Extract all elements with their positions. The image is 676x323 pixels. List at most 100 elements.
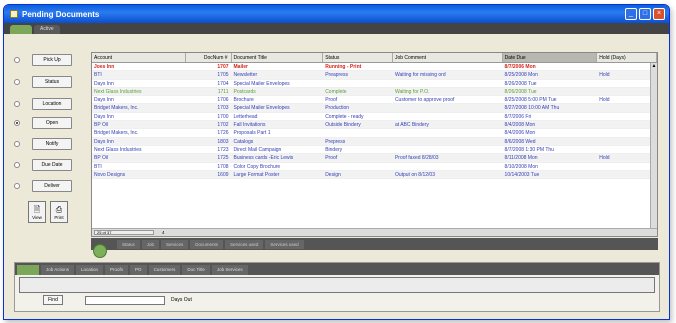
status-button[interactable]: Status [32, 76, 72, 88]
cell-status: Complete [325, 88, 347, 95]
cell-docnum: 1703 [217, 105, 229, 112]
cell-date-due: 8/25/2008 5:00 PM Tue [504, 97, 557, 104]
table-row[interactable]: BP Oil 1702 Fall Invitations Outside Binder… [92, 121, 657, 130]
cell-title: Business cards -Eric Lewis [233, 155, 294, 162]
cell-docnum: 1803 [217, 138, 229, 145]
column-header-job-comment[interactable]: Job Comment [393, 53, 503, 62]
cell-docnum: 1700 [217, 113, 229, 120]
cell-hold [597, 104, 657, 111]
column-header-title[interactable]: Document Title [232, 53, 324, 62]
tab-home[interactable] [10, 25, 32, 34]
status-radio[interactable] [14, 79, 20, 85]
tab-status[interactable]: Status [117, 239, 140, 249]
scroll-up-icon[interactable]: ▲ [651, 63, 657, 70]
action-row-open: Open [14, 116, 89, 130]
lower-tab-proofs[interactable]: Proofs [105, 265, 129, 275]
cell-hold [597, 80, 657, 87]
lower-tab-doc-title[interactable]: Doc Title [182, 265, 210, 275]
cell-account: Days Inn [94, 113, 114, 120]
cell-hold: Hold [599, 72, 610, 79]
cell-status [323, 129, 393, 136]
table-row[interactable]: Days Inn 1704 Special Mailer Envelopes 8/26… [92, 80, 657, 88]
lower-tab-po[interactable]: PO [130, 265, 147, 275]
cell-hold [597, 129, 657, 136]
window-controls: _ □ × [625, 8, 665, 20]
deliver-radio[interactable] [14, 183, 20, 189]
cell-docnum: 1723 [217, 146, 229, 153]
tab-services[interactable]: Services [161, 239, 189, 249]
cell-status: Design [325, 171, 341, 178]
table-row[interactable]: Next Glass Industries 1711 Postcards Comple… [92, 87, 657, 97]
cell-account: Days Inn [94, 97, 114, 104]
minimize-button[interactable]: _ [625, 8, 637, 20]
lower-tab-customers[interactable]: Customers [148, 265, 181, 275]
vertical-scrollbar[interactable]: ▲ [650, 63, 657, 230]
table-row[interactable]: Bridget Makers, Inc. 1703 Special Mailer E… [92, 104, 657, 113]
tab-documents[interactable]: Documents [190, 239, 224, 249]
location-button[interactable]: Location [32, 98, 72, 110]
due-date-radio[interactable] [14, 162, 20, 168]
open-radio[interactable] [14, 120, 20, 126]
table-row[interactable]: Days Inn 1700 Letterhead Complete - ready 8/… [92, 113, 657, 122]
title-bar[interactable]: Pending Documents _ □ × [4, 5, 669, 23]
find-input[interactable] [85, 296, 165, 305]
cell-title: Letterhead [233, 113, 258, 120]
column-header-hold[interactable]: Hold (Days) [597, 53, 657, 62]
lower-tab-job-actions[interactable]: Job Actions [41, 265, 75, 275]
cell-status: Proof [325, 155, 338, 162]
cell-date-due: 8/25/2008 Mon [504, 72, 538, 79]
open-button[interactable]: Open [32, 117, 72, 129]
column-header-account[interactable]: Account [92, 53, 186, 62]
lower-tab-location[interactable]: Location [76, 265, 104, 275]
location-radio[interactable] [14, 101, 20, 107]
tab-services-used[interactable]: Services used [225, 239, 264, 249]
find-button[interactable]: Find [43, 295, 63, 305]
cell-hold [597, 171, 657, 178]
column-header-date-due[interactable]: Date Due [502, 53, 598, 62]
cell-status: Prepress [325, 138, 346, 145]
tab-active[interactable]: Active [34, 25, 60, 34]
cell-hold: Hold [599, 155, 610, 162]
cell-date-due: 8/26/2008 Tue [504, 88, 537, 95]
notify-button[interactable]: Notify [32, 138, 72, 150]
table-row[interactable]: Days Inn 1706 Brochure Proof Customer to app… [92, 96, 657, 105]
close-button[interactable]: × [653, 8, 665, 20]
cell-date-due: 8/7/2006 Mon [504, 64, 536, 70]
column-header-docnum[interactable]: DocNum # [186, 53, 232, 62]
cell-job-comment [393, 63, 503, 70]
table-row[interactable]: BTI 1705 Newsletter Preapress Waiting for mi… [92, 71, 657, 80]
deliver-button[interactable]: Deliver [32, 180, 72, 192]
print-button[interactable]: ⎙ Print [50, 201, 68, 223]
lower-tab-job-services[interactable]: Job Services [211, 265, 248, 275]
view-button[interactable]: 🗎 View [28, 201, 46, 223]
cell-job-comment [393, 163, 503, 170]
cell-job-comment [393, 80, 503, 87]
table-row[interactable]: Days Inn 1803 Catalogs Prepress 8/6/2008 Wed [92, 137, 657, 146]
scroll-thumb[interactable]: 25 of 37 [94, 230, 154, 235]
maximize-button[interactable]: □ [639, 8, 651, 20]
tab-services-used-2[interactable]: Services used [265, 239, 304, 249]
column-header-status[interactable]: Status [323, 53, 393, 62]
cell-account: Next Glass Industries [94, 146, 142, 153]
notify-radio[interactable] [14, 141, 20, 147]
grid-tab-strip: Status Job Services Documents Services u… [91, 238, 658, 250]
table-row[interactable]: Joes Inn 1707 Mailer Running - Print 8/7/200… [92, 63, 657, 72]
table-row[interactable]: BP Oil 1725 Business cards -Eric Lewis Proo… [92, 154, 657, 163]
table-row[interactable]: BTI 1708 Color Copy Brochure 8/10/2008 Mon [92, 163, 657, 171]
cell-docnum: 1702 [217, 122, 229, 129]
documents-grid: Account DocNum # Document Title Status J… [91, 52, 658, 237]
action-row-status: Status [14, 75, 89, 89]
pick-up-radio[interactable] [14, 57, 20, 63]
table-row[interactable]: Novo Designs 1609 Large Format Poster Desig… [92, 170, 657, 180]
cell-hold [597, 113, 657, 120]
horizontal-scrollbar[interactable]: 25 of 37 4 [92, 228, 657, 236]
due-date-button[interactable]: Due Date [32, 159, 72, 171]
table-row[interactable]: Bridget Makers, Inc. 1726 Proposals Part 1… [92, 129, 657, 138]
table-row[interactable]: Next Glass Industries 1723 Direct Mail Cam… [92, 146, 657, 155]
pick-up-button[interactable]: Pick Up [32, 54, 72, 66]
cell-job-comment: Customer to approve proof [394, 97, 455, 104]
tab-job[interactable]: Job [141, 239, 160, 249]
cell-hold [597, 121, 657, 128]
lower-tab-home[interactable] [17, 265, 39, 275]
cell-status: Production [325, 105, 350, 112]
